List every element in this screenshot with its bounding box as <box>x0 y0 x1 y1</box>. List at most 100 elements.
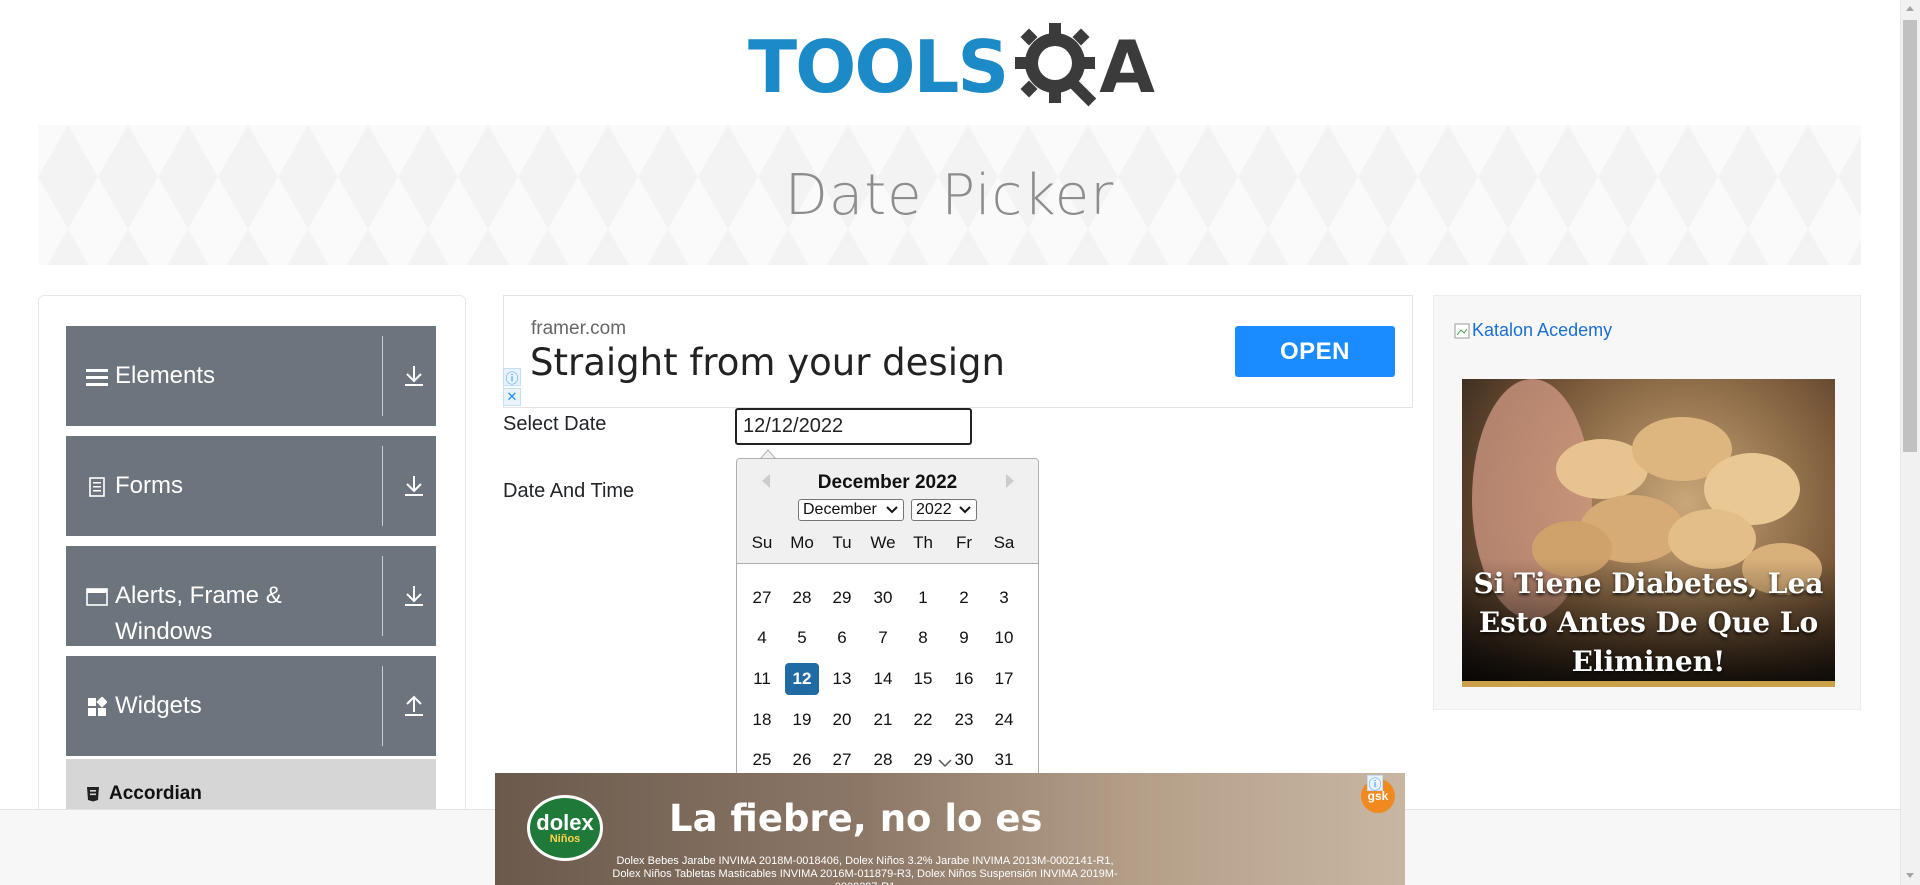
ad-bottom-legal: Dolex Bebes Jarabe INVIMA 2018M-0018406,… <box>612 855 1118 885</box>
page: { "header": { "logo_tools": "TOOLS", "lo… <box>0 0 1920 885</box>
ad-sidebar-right[interactable]: Katalon Acedemy Si Tiene Diabetes, Lea E… <box>1433 295 1861 710</box>
calendar-day[interactable]: 29 <box>825 582 859 614</box>
sidebar-group-label: Elements <box>115 362 216 389</box>
sidebar-group-alerts[interactable]: Alerts, Frame & Windows <box>66 546 436 646</box>
ad-banner-bottom[interactable]: dolex Niños La fiebre, no lo es Dolex Be… <box>495 773 1405 885</box>
ad-bottom-headline: La fiebre, no lo es <box>669 797 1043 840</box>
calendar-day[interactable]: 28 <box>785 582 819 614</box>
left-sidebar: Elements Forms Alerts, Frame & Windows W… <box>38 295 466 885</box>
sidebar-group-label: Widgets <box>115 692 202 719</box>
calendar-day[interactable]: 11 <box>745 663 779 695</box>
sidebar-group-label: Forms <box>115 472 183 499</box>
document-icon <box>86 476 108 498</box>
divider <box>382 556 383 636</box>
scroll-up-arrow-icon[interactable] <box>1905 4 1915 12</box>
calendar-day[interactable]: 29 <box>906 744 940 776</box>
calendar-day[interactable]: 25 <box>745 744 779 776</box>
sidebar-group-widgets[interactable]: Widgets <box>66 656 436 756</box>
toolsqa-logo[interactable]: TOOLS A <box>748 18 1155 116</box>
calendar-day[interactable]: 26 <box>785 744 819 776</box>
calendar-day[interactable]: 2 <box>947 582 981 614</box>
ad-headline[interactable]: Straight from your design <box>530 341 1005 384</box>
datepicker-current-month: December 2022 <box>817 472 958 493</box>
download-arrow-icon[interactable] <box>394 576 434 616</box>
calendar-day[interactable]: 31 <box>987 744 1021 776</box>
chevron-down-icon <box>886 506 898 514</box>
dolex-logo: dolex Niños <box>527 795 603 861</box>
ad-close-icon[interactable]: ✕ <box>503 388 521 406</box>
html5-icon <box>86 786 100 807</box>
page-banner: Date Picker <box>38 125 1861 265</box>
calendar-day[interactable]: 28 <box>866 744 900 776</box>
ad-image-cashews[interactable]: Si Tiene Diabetes, Lea Esto Antes De Que… <box>1462 379 1835 687</box>
calendar-day[interactable]: 19 <box>785 704 819 736</box>
calendar-day[interactable]: 10 <box>987 622 1021 654</box>
ad-info-icon[interactable]: ⓘ <box>1367 775 1383 792</box>
sidebar-item-label: Accordian <box>109 783 202 804</box>
divider <box>382 666 383 746</box>
ad-caption-strip <box>1462 681 1835 687</box>
next-month-icon[interactable] <box>1003 473 1017 489</box>
divider <box>382 336 383 416</box>
download-arrow-icon[interactable] <box>394 466 434 506</box>
month-select-value: December <box>803 501 877 518</box>
time-list-chevron-icon[interactable] <box>937 758 953 768</box>
scroll-down-arrow-icon[interactable] <box>1905 872 1915 880</box>
calendar-day[interactable]: 15 <box>906 663 940 695</box>
gear-icon <box>1013 21 1105 113</box>
calendar-day[interactable]: 4 <box>745 622 779 654</box>
calendar-day[interactable]: 5 <box>785 622 819 654</box>
divider <box>382 446 383 526</box>
sidebar-group-label: Alerts, Frame & <box>115 582 282 609</box>
calendar-day[interactable]: 7 <box>866 622 900 654</box>
calendar-day[interactable]: 17 <box>987 663 1021 695</box>
month-select[interactable]: December <box>798 499 904 521</box>
ad-banner-top[interactable]: framer.com Straight from your design OPE… <box>503 295 1413 408</box>
calendar-day[interactable]: 9 <box>947 622 981 654</box>
weekday-label: Fr <box>955 533 973 552</box>
calendar-day-selected[interactable]: 12 <box>785 663 819 695</box>
calendar-day[interactable]: 14 <box>866 663 900 695</box>
calendar-day[interactable]: 13 <box>825 663 859 695</box>
calendar-day[interactable]: 27 <box>825 744 859 776</box>
calendar-day[interactable]: 27 <box>745 582 779 614</box>
ad-info-icon[interactable]: ⓘ <box>503 368 521 386</box>
date-picker-input[interactable] <box>735 408 972 445</box>
katalon-link[interactable]: Katalon Acedemy <box>1454 320 1612 341</box>
sidebar-group-forms[interactable]: Forms <box>66 436 436 536</box>
hamburger-icon <box>86 366 108 388</box>
calendar-day[interactable]: 20 <box>825 704 859 736</box>
window-icon <box>86 586 108 608</box>
weekday-label: Mo <box>790 533 814 552</box>
calendar-day[interactable]: 30 <box>866 582 900 614</box>
download-arrow-icon[interactable] <box>394 356 434 396</box>
calendar-day[interactable]: 8 <box>906 622 940 654</box>
calendar-day[interactable]: 3 <box>987 582 1021 614</box>
logo-text-a: A <box>1099 25 1155 109</box>
datepicker-popup: December 2022 December 2022 Su Mo Tu We Th Fr… <box>736 458 1039 778</box>
calendar-day[interactable]: 18 <box>745 704 779 736</box>
calendar-day[interactable]: 21 <box>866 704 900 736</box>
sidebar-group-elements[interactable]: Elements <box>66 326 436 426</box>
calendar-day[interactable]: 1 <box>906 582 940 614</box>
calendar-day[interactable]: 23 <box>947 704 981 736</box>
calendar-day[interactable]: 24 <box>987 704 1021 736</box>
upload-arrow-icon[interactable] <box>394 686 434 726</box>
weekday-label: Tu <box>832 533 852 552</box>
ad-open-button[interactable]: OPEN <box>1235 326 1395 377</box>
katalon-link-text: Katalon Acedemy <box>1472 320 1613 340</box>
broken-image-icon <box>1454 323 1470 338</box>
scrollbar-thumb[interactable] <box>1903 20 1917 452</box>
weekday-label: Sa <box>993 533 1015 552</box>
weekday-label: Su <box>751 533 773 552</box>
calendar-day[interactable]: 16 <box>947 663 981 695</box>
weekday-label: Th <box>913 533 933 552</box>
calendar-day[interactable]: 6 <box>825 622 859 654</box>
weekday-label: We <box>870 533 896 552</box>
dolex-brand-text: dolex <box>536 809 594 835</box>
year-select[interactable]: 2022 <box>911 499 977 521</box>
datepicker-header: December 2022 December 2022 Su Mo Tu We Th Fr… <box>737 459 1038 564</box>
calendar-day[interactable]: 22 <box>906 704 940 736</box>
ad-caption: Si Tiene Diabetes, Lea Esto Antes De Que… <box>1473 567 1824 678</box>
year-select-value: 2022 <box>916 501 952 518</box>
